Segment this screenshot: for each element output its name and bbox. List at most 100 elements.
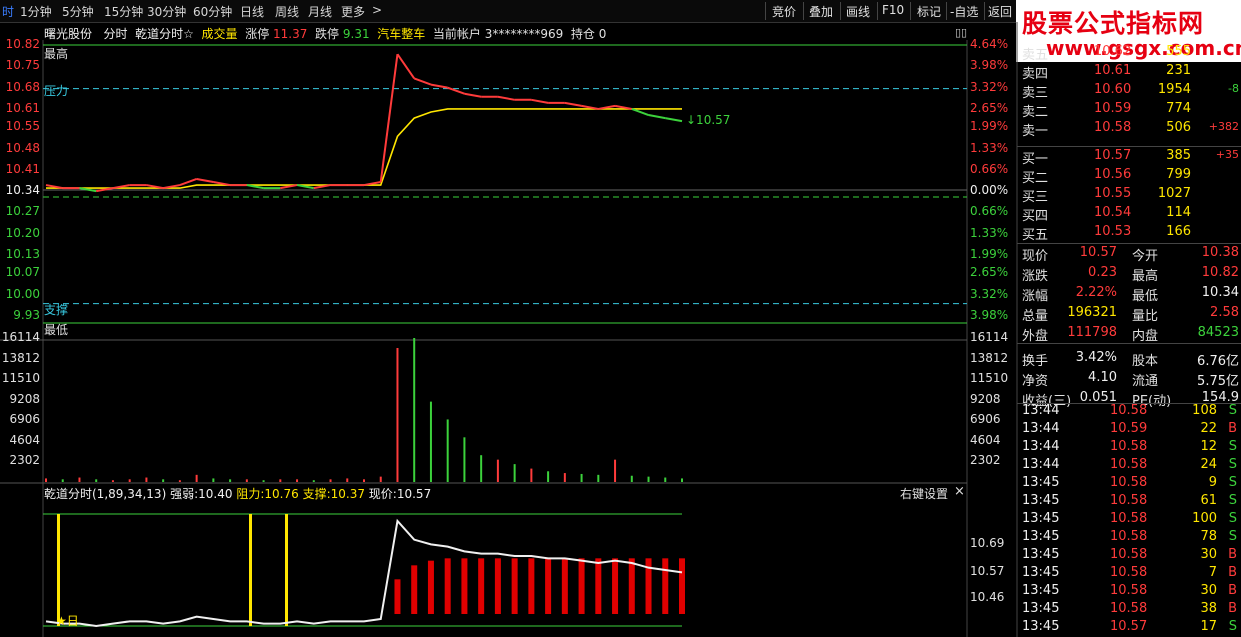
tick-side: S [1228,403,1237,418]
tick-side: B [1228,565,1237,580]
order-price: 10.58 [1094,120,1132,135]
percent-tick-label: 3.98% [970,58,1009,73]
stat-row: 涨跌 0.23 最高 10.82 [1020,265,1241,284]
percent-tick-label: 1.33% [970,225,1009,240]
tick-row: 13:44 10.58 24 S [1020,457,1241,475]
signal-bar [57,514,60,626]
stat-label: 最低 [1132,289,1159,304]
stat-value: 111798 [1067,325,1117,340]
tick-price: 10.57 [1110,619,1148,634]
price-line-segment [497,95,515,101]
price-tick-label: 10.48 [5,140,40,155]
tick-time: 13:45 [1022,511,1060,526]
tick-volume: 61 [1200,493,1217,508]
sub-column [628,558,635,614]
stat-label: 涨跌 [1022,269,1049,284]
order-price: 10.61 [1094,63,1132,78]
tick-price: 10.58 [1110,511,1148,526]
tick-time: 13:44 [1022,457,1060,472]
order-level-label: 卖三 [1022,86,1049,101]
tick-time: 13:45 [1022,619,1060,634]
order-price: 10.60 [1094,82,1132,97]
sub-column [595,558,602,614]
percent-tick-label: 2.65% [970,265,1009,280]
sub-axis-tick: 10.57 [970,564,1005,579]
sub-column [612,558,619,614]
price-tick-label: 10.34 [5,183,40,198]
tick-time: 13:45 [1022,547,1060,562]
stat-label: 净资 [1022,374,1049,389]
order-level-label: 买三 [1022,190,1049,205]
price-line-segment [531,98,549,104]
percent-tick-label: 1.33% [970,140,1009,155]
tick-price: 10.58 [1110,475,1148,490]
tick-price: 10.59 [1110,421,1148,436]
percent-tick-label: 1.99% [970,119,1009,134]
price-line-segment [564,101,582,107]
percent-tick-label: 1.99% [970,247,1009,262]
price-line-segment [464,92,482,98]
stat-label: 股本 [1132,354,1159,369]
stat-row: 现价 10.57 今开 10.38 [1020,245,1241,264]
price-line-segment [665,117,683,123]
buy-level-row: 买四 10.54 114 [1020,205,1241,224]
sub-column [494,558,501,614]
close-icon[interactable]: × [954,484,965,499]
tick-volume: 30 [1200,583,1217,598]
order-volume: 166 [1166,224,1191,239]
tick-side: S [1228,475,1237,490]
percent-tick-label: 3.98% [970,308,1009,322]
stat-row: 换手 3.42% 股本 6.76亿 [1020,350,1241,369]
sub-column [662,558,669,614]
volume-tick-left: 16114 [1,330,40,344]
sub-column [511,558,518,614]
tick-row: 13:44 10.58 108 S [1020,403,1241,421]
signal-bar [249,514,252,626]
settings-button[interactable]: 右键设置 [900,485,948,502]
sub-axis-tick: 10.46 [970,590,1005,604]
volume-tick-left: 9208 [9,391,40,406]
sub-column [578,558,585,614]
order-price: 10.56 [1094,167,1132,182]
volume-tick-right: 16114 [970,330,1009,344]
day-marker-label: 日 [66,614,79,628]
order-level-label: 卖一 [1022,124,1049,139]
price-tick-label: 10.75 [5,58,40,73]
order-change: +35 [1215,148,1239,161]
percent-tick-label: 3.32% [970,79,1009,94]
sub-indicator-header: 乾道分时(1,89,34,13) 强弱:10.40 阻力:10.76 支撑:10… [44,485,431,502]
tick-time: 13:44 [1022,439,1060,454]
tick-time: 13:45 [1022,475,1060,490]
price-tick-label: 10.20 [5,225,40,240]
stat-label: 现价 [1022,249,1049,264]
tick-side: B [1228,583,1237,598]
price-tick-label: 10.07 [5,265,40,280]
price-line-segment [631,108,649,116]
stat-label: 换手 [1022,354,1049,369]
current-price-value: 10.57 [396,487,432,501]
volume-tick-right: 2302 [970,453,1001,468]
sub-indicator-name[interactable]: 乾道分时(1,89,34,13) [44,487,166,501]
stat-row: 涨幅 2.22% 最低 10.34 [1020,285,1241,304]
percent-tick-label: 0.00% [970,183,1009,198]
volume-tick-left: 11510 [1,371,40,386]
signal-bar [285,514,288,626]
tick-volume: 12 [1200,439,1217,454]
tick-row: 13:45 10.58 38 B [1020,601,1241,619]
tick-volume: 9 [1208,475,1217,490]
tick-volume: 30 [1200,547,1217,562]
stat-value: 2.22% [1075,285,1117,300]
sub-column [427,560,434,614]
tick-side: S [1228,457,1237,472]
order-level-label: 买一 [1022,152,1049,167]
order-price: 10.55 [1094,186,1132,201]
tick-time: 13:45 [1022,529,1060,544]
sub-column [528,558,535,614]
percent-tick-label: 4.64% [970,37,1009,51]
order-price: 10.59 [1094,101,1132,116]
stat-value: 6.76亿 [1197,354,1239,369]
order-price: 10.57 [1094,148,1132,163]
sub-column [679,558,685,614]
tick-row: 13:45 10.58 100 S [1020,511,1241,529]
price-line-segment [179,178,197,187]
